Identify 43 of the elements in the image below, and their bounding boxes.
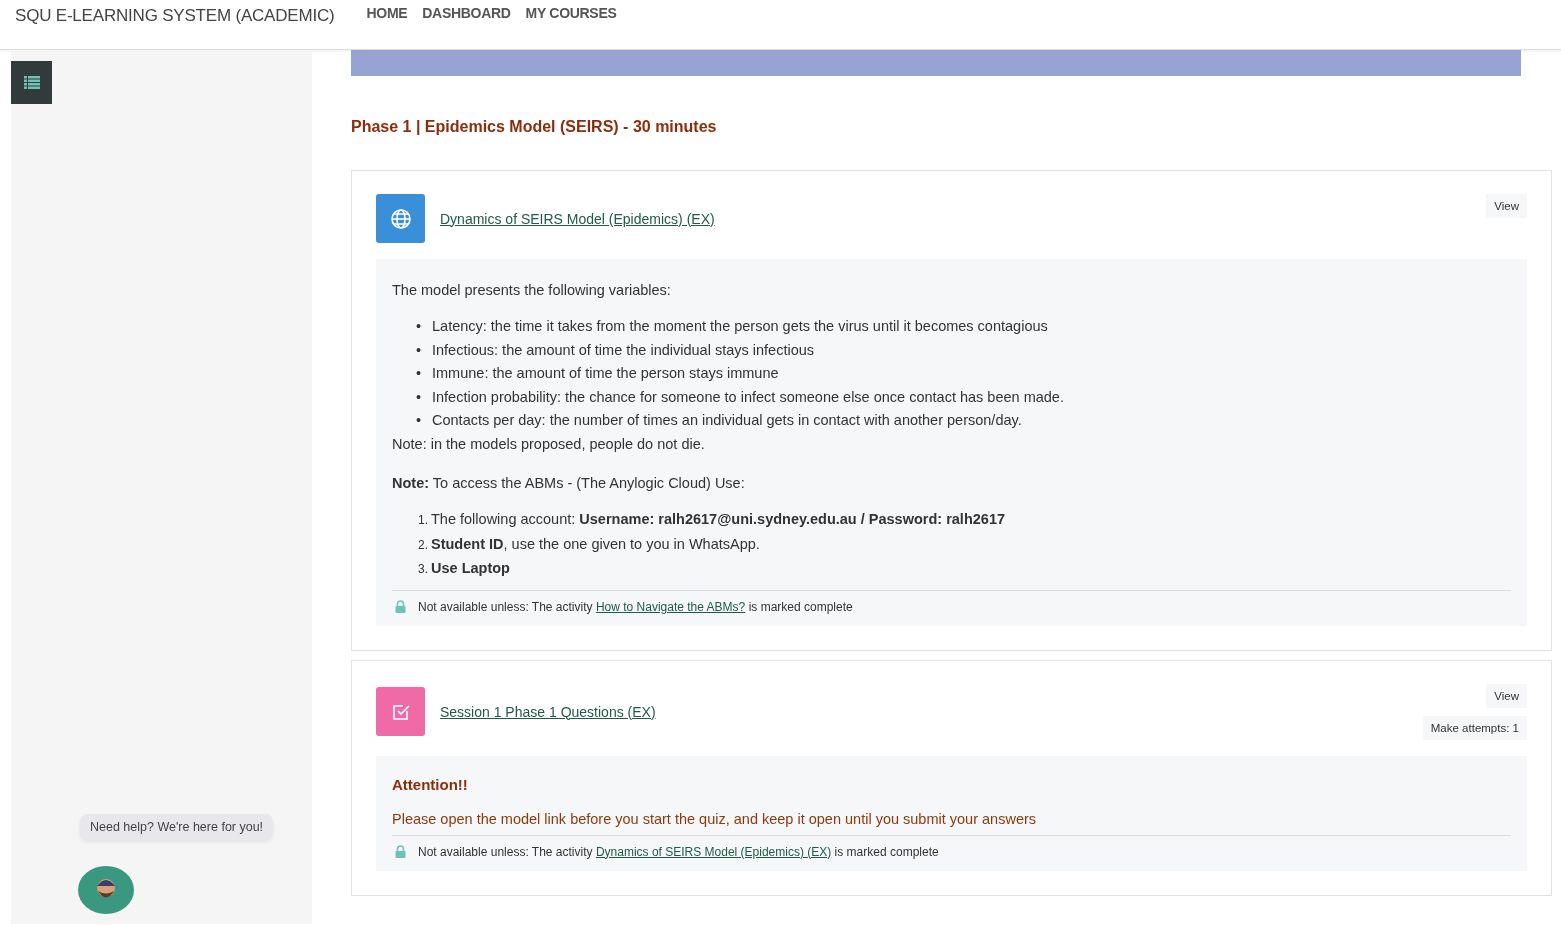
- activity-link[interactable]: Dynamics of SEIRS Model (Epidemics) (EX): [440, 210, 715, 227]
- drawer-toggle-button[interactable]: [11, 61, 52, 104]
- numbered-item: Student ID, use the one given to you in WhatsApp.: [431, 534, 760, 554]
- list-number: 1.: [418, 512, 428, 529]
- nav-link[interactable]: HOME: [366, 4, 408, 21]
- bullet-marker: •: [416, 364, 423, 383]
- activity-button[interactable]: Make attempts: 1: [1422, 715, 1527, 740]
- paragraph: Note: To access the ABMs - (The Anylogic Cloud) Use:: [392, 474, 746, 493]
- attention-heading: Attention!!: [392, 775, 469, 793]
- bullet-item: Contacts per day: the number of times an individual gets in contact with another person/day.: [432, 411, 1022, 430]
- bullet-item: Infection probability: the chance for someone to infect someone else once contact has been made.: [432, 387, 1064, 407]
- activity-link[interactable]: How to Navigate the ABMs?: [595, 599, 746, 614]
- help-bubble: Need help? We're here for you!: [80, 814, 274, 840]
- bullet-marker: •: [416, 340, 423, 360]
- note-text: Note: in the models proposed, people do not die.: [392, 434, 706, 454]
- list-number: 3.: [418, 561, 428, 578]
- chat-avatar-button[interactable]: [78, 866, 134, 914]
- restriction-text: Not available unless: The activity Dynamics of SEIRS Model (Epidemics) (EX) is marked complete: [418, 844, 939, 859]
- bullet-item: Latency: the time it takes from the moment the person gets the virus until it becomes contagious: [432, 317, 1048, 336]
- numbered-item: Use Laptop: [431, 559, 510, 578]
- activity-link[interactable]: Dynamics of SEIRS Model (Epidemics) (EX): [595, 844, 832, 859]
- list-number: 2.: [418, 536, 428, 554]
- restriction-text: Not available unless: The activity How to Navigate the ABMs? is marked complete: [418, 599, 853, 614]
- activity-button[interactable]: View: [1486, 194, 1527, 218]
- bullet-marker: •: [416, 317, 423, 336]
- bullet-item: Immune: the amount of time the person stays immune: [432, 364, 779, 383]
- site-name[interactable]: SQU E-LEARNING SYSTEM (ACADEMIC): [15, 5, 335, 26]
- nav-link[interactable]: MY COURSES: [525, 4, 617, 21]
- section-title: Phase 1 | Epidemics Model (SEIRS) - 30 minutes: [351, 118, 718, 136]
- paragraph: The model presents the following variables:: [392, 281, 672, 300]
- bullet-item: Infectious: the amount of time the individual stays infectious: [432, 340, 815, 360]
- globe-icon: [376, 194, 425, 243]
- nav-link[interactable]: DASHBOARD: [422, 4, 511, 21]
- activity-link[interactable]: Session 1 Phase 1 Questions (EX): [440, 703, 656, 720]
- lock-icon: [395, 600, 406, 613]
- activity-button[interactable]: View: [1486, 683, 1527, 708]
- checkbox-icon: [376, 687, 425, 736]
- list-icon: [23, 75, 40, 90]
- numbered-item: The following account: Username: ralh2617@uni.sydney.edu.au / Password: ralh2617: [431, 510, 1005, 529]
- attention-text: Please open the model link before you start the quiz, and keep it open until you submit your answers: [392, 810, 1038, 827]
- lock-icon: [395, 845, 406, 858]
- bullet-marker: •: [416, 411, 423, 430]
- bullet-marker: •: [416, 387, 423, 407]
